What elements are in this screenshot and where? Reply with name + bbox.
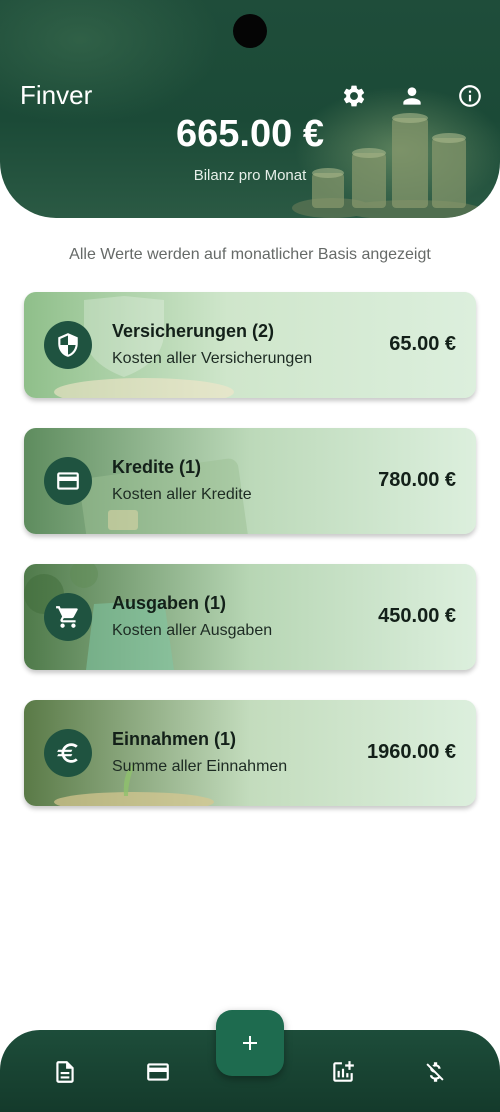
card-amount: 65.00 € (389, 333, 456, 355)
camera-cutout (233, 14, 267, 48)
app-title: Finver (20, 80, 93, 110)
settings-icon[interactable] (340, 82, 368, 110)
card-title: Kredite (1) (112, 457, 202, 477)
add-button[interactable] (216, 1010, 284, 1076)
info-text: Alle Werte werden auf monatlicher Basis … (69, 246, 431, 263)
card-amount: 1960.00 € (367, 741, 456, 763)
euro-icon (44, 729, 92, 777)
account-icon[interactable] (398, 82, 426, 110)
chart-add-icon[interactable] (329, 1058, 357, 1086)
card-versicherungen[interactable]: Versicherungen (2) Kosten aller Versiche… (24, 292, 476, 398)
card-subtitle: Kosten aller Ausgaben (112, 622, 273, 639)
info-icon[interactable] (456, 82, 484, 110)
document-icon[interactable] (51, 1058, 79, 1086)
card-amount: 780.00 € (378, 469, 456, 491)
credit-card-icon (44, 457, 92, 505)
card-amount: 450.00 € (378, 605, 456, 627)
card-title: Einnahmen (1) (112, 729, 237, 749)
balance-label: Bilanz pro Monat (193, 167, 307, 184)
card-subtitle: Kosten aller Versicherungen (112, 350, 313, 367)
card-ausgaben[interactable]: Ausgaben (1) Kosten aller Ausgaben 450.0… (24, 564, 476, 670)
balance-amount: 665.00 € (176, 113, 324, 155)
card-subtitle: Summe aller Einnahmen (112, 758, 288, 775)
money-off-icon[interactable] (421, 1058, 449, 1086)
card-title: Versicherungen (2) (112, 321, 275, 341)
credit-card-icon[interactable] (144, 1058, 172, 1086)
card-subtitle: Kosten aller Kredite (112, 486, 252, 503)
card-title: Ausgaben (1) (112, 593, 227, 613)
card-kredite[interactable]: Kredite (1) Kosten aller Kredite 780.00 … (24, 428, 476, 534)
shopping-cart-icon (44, 593, 92, 641)
header: Finver 665.00 € Bilanz pro Monat (0, 0, 500, 218)
card-einnahmen[interactable]: Einnahmen (1) Summe aller Einnahmen 1960… (24, 700, 476, 806)
shield-icon (44, 321, 92, 369)
add-icon (243, 1036, 257, 1050)
